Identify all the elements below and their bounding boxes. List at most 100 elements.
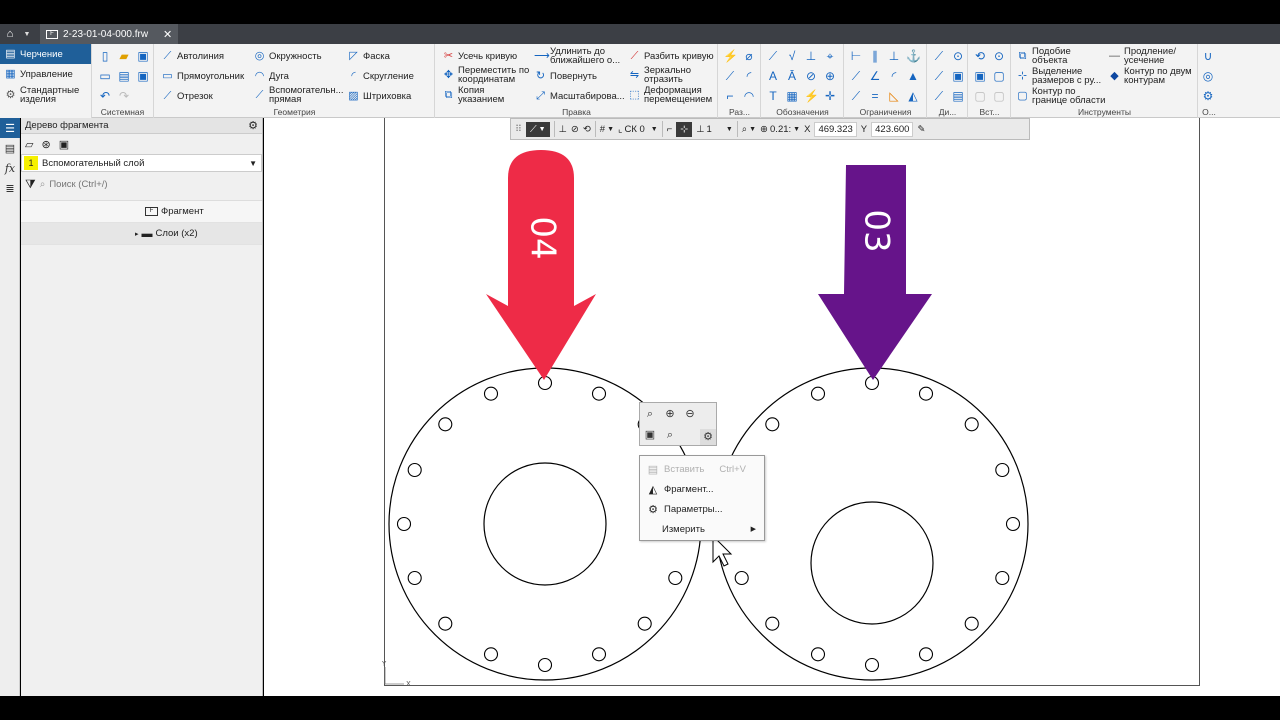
copy-button[interactable]: ⧉ Копия указанием (442, 86, 518, 105)
circle-button[interactable]: ◎ Окружность (253, 50, 322, 63)
home-dropdown-icon[interactable]: ▼ (20, 31, 34, 38)
bolt-hole[interactable] (995, 462, 1010, 478)
grid-button[interactable]: # ▼ (600, 124, 614, 135)
bolt-hole[interactable] (765, 417, 780, 432)
bolt-hole[interactable] (995, 570, 1010, 586)
menu-parameters[interactable]: ⚙ Параметры... (640, 499, 764, 519)
magnet-snap-button[interactable]: ⊹ (676, 121, 693, 137)
zoom-out-icon[interactable]: ⊖ (682, 406, 698, 422)
fixed-point-icon[interactable]: ▲ (906, 69, 920, 83)
view-arrow-icon[interactable]: ⊘ (804, 69, 818, 83)
midpoint-constraint-icon[interactable]: ⟋ (849, 89, 863, 103)
orient-icon[interactable]: ⟲ (583, 124, 591, 135)
snap-point-icon[interactable]: ⊥ (559, 124, 567, 135)
open-folder-icon[interactable]: ▰ (117, 49, 131, 63)
menu-paste[interactable]: ▤ Вставить Ctrl+V (640, 459, 764, 479)
diagnostics-icon[interactable]: ⟋ (932, 49, 946, 63)
bolt-hole[interactable] (483, 386, 499, 401)
tolerance-icon[interactable]: ⌖ (823, 49, 837, 63)
aux-line-button[interactable]: ⟋ Вспомогательн... прямая (253, 86, 344, 105)
bolt-hole[interactable] (1005, 516, 1021, 532)
parallel-constraint-icon[interactable]: ∥ (868, 49, 882, 63)
mini-toolbar-settings-icon[interactable]: ⚙ (700, 429, 716, 445)
extend-trim-button[interactable]: — Продление/ усечение (1108, 47, 1184, 66)
similar-object-button[interactable]: ⧉ Подобие объекта (1016, 47, 1082, 66)
image-icon[interactable]: ▣ (951, 69, 965, 83)
roughness-icon[interactable]: √ (785, 49, 799, 63)
trim-curve-button[interactable]: ✂ Усечь кривую (442, 50, 517, 63)
tangent-constraint-icon[interactable]: ◜ (887, 69, 901, 83)
bolt-hole[interactable] (668, 570, 683, 586)
print-icon[interactable]: ▭ (98, 69, 112, 83)
save-view-icon[interactable]: ▣ (642, 427, 658, 443)
properties-panel-icon[interactable]: ▤ (0, 138, 20, 158)
bolt-hole[interactable] (864, 375, 880, 391)
search-input[interactable] (49, 178, 230, 190)
segment-button[interactable]: ⟋ Отрезок (161, 90, 213, 103)
close-tab-icon[interactable]: ✕ (163, 28, 172, 41)
check-icon[interactable]: ⊙ (951, 49, 965, 63)
layer-plane-icon[interactable]: ▱ (25, 138, 33, 151)
bolt-hole[interactable] (964, 417, 979, 432)
bolt-hole[interactable] (864, 657, 880, 673)
angular-dimension-icon[interactable]: ⌐ (723, 89, 737, 103)
snap-icon[interactable]: ◎ (1201, 69, 1215, 83)
bolt-hole[interactable] (396, 516, 412, 532)
filter-icon[interactable]: ⧩ (25, 177, 36, 192)
snap-off-icon[interactable]: ⊘ (571, 124, 579, 135)
snap-mode-button[interactable]: ⟋ ▼ (525, 121, 550, 137)
leader-icon[interactable]: ⟋ (766, 49, 780, 63)
bolt-hole[interactable] (591, 647, 607, 662)
cs-select[interactable]: ⌞ СК 0 ▼ (618, 124, 658, 135)
zoom-field[interactable]: ⊕ 0.21: ▼ (760, 124, 800, 135)
zoom-in-icon[interactable]: ⊕ (662, 406, 678, 422)
insert-object-icon[interactable]: ▢ (992, 69, 1006, 83)
center-mark-icon[interactable]: ✛ (823, 89, 837, 103)
bolt-hole[interactable] (483, 647, 499, 662)
bolt-hole[interactable] (918, 386, 934, 401)
bolt-hole[interactable] (734, 570, 749, 586)
symmetric-constraint-icon[interactable]: ◭ (906, 89, 920, 103)
insert-fragment-icon[interactable]: ⟲ (973, 49, 987, 63)
bolt-hole[interactable] (591, 386, 607, 401)
magnet-icon[interactable]: ∪ (1201, 49, 1215, 63)
zoom-tool-button[interactable]: ⌕ ▼ (742, 124, 756, 135)
layers-panel-icon[interactable]: ≣ (0, 178, 20, 198)
linear-dimension-icon[interactable]: ⟋ (723, 69, 737, 83)
table-icon[interactable]: ▦ (785, 89, 799, 103)
bolt-hole[interactable] (537, 375, 553, 391)
select-dims-button[interactable]: ⊹ Выделение размеров с ру... (1016, 67, 1104, 86)
move-coords-button[interactable]: ✥ Переместить по координатам (442, 66, 530, 85)
insert-external-icon[interactable]: ▢ (992, 89, 1006, 103)
bolt-hole[interactable] (810, 647, 826, 662)
bolt-hole[interactable] (918, 647, 934, 662)
tree-panel-icon[interactable]: ☰ (0, 118, 20, 138)
mirror-button[interactable]: ⇋ Зеркально отразить (628, 66, 704, 85)
analysis-icon[interactable]: ⟋ (932, 69, 946, 83)
power-mark-icon[interactable]: ⚡ (804, 89, 819, 103)
y-coord-field[interactable]: 423.600 (871, 121, 914, 137)
undo-icon[interactable]: ↶ (98, 89, 112, 103)
tree-row-layers[interactable]: ▸ ▬ Слои (x2) (21, 223, 262, 245)
document-tab[interactable]: F 2-23-01-04-000.frw ✕ (40, 24, 179, 44)
autoline-button[interactable]: ⟋ Автолиния (161, 50, 224, 63)
scale-button[interactable]: ⤢ Масштабирова... (534, 90, 625, 103)
zoom-all-icon[interactable]: ⌕ (662, 427, 678, 443)
zoom-window-icon[interactable]: ⌕ (642, 406, 658, 422)
diameter-dimension-icon[interactable]: ⌀ (742, 49, 756, 63)
bolt-hole[interactable] (810, 386, 826, 401)
drawing-canvas[interactable]: 04 03 Y X ⠿ ⟋ ▼ ⊥ ⊘ ⟲ # ▼ ⌞ СК 0 ▼ ⌐ ⊹ ⊥ 1 ▼ ⌕… (264, 118, 1280, 696)
left-flange-inner-circle[interactable] (483, 462, 607, 586)
radial-dimension-icon[interactable]: ◜ (742, 69, 756, 83)
bolt-hole[interactable] (964, 616, 979, 631)
text-a-icon[interactable]: A (766, 69, 780, 83)
measure-icon[interactable]: ⟋ (932, 89, 946, 103)
home-icon[interactable]: ⌂ (0, 24, 20, 44)
layer-select[interactable]: 1 Вспомогательный слой ▼ (21, 154, 262, 172)
menu-measure[interactable]: Измерить ▶ (640, 519, 764, 539)
print-preview-icon[interactable]: ▤ (117, 69, 131, 83)
panel-settings-icon[interactable]: ⚙ (248, 119, 258, 132)
expand-arrow-icon[interactable]: ▸ (135, 230, 139, 238)
perpendicular-constraint-icon[interactable]: ⊥ (887, 49, 901, 63)
contour-two-button[interactable]: ◆ Контур по двум контурам (1108, 67, 1196, 86)
